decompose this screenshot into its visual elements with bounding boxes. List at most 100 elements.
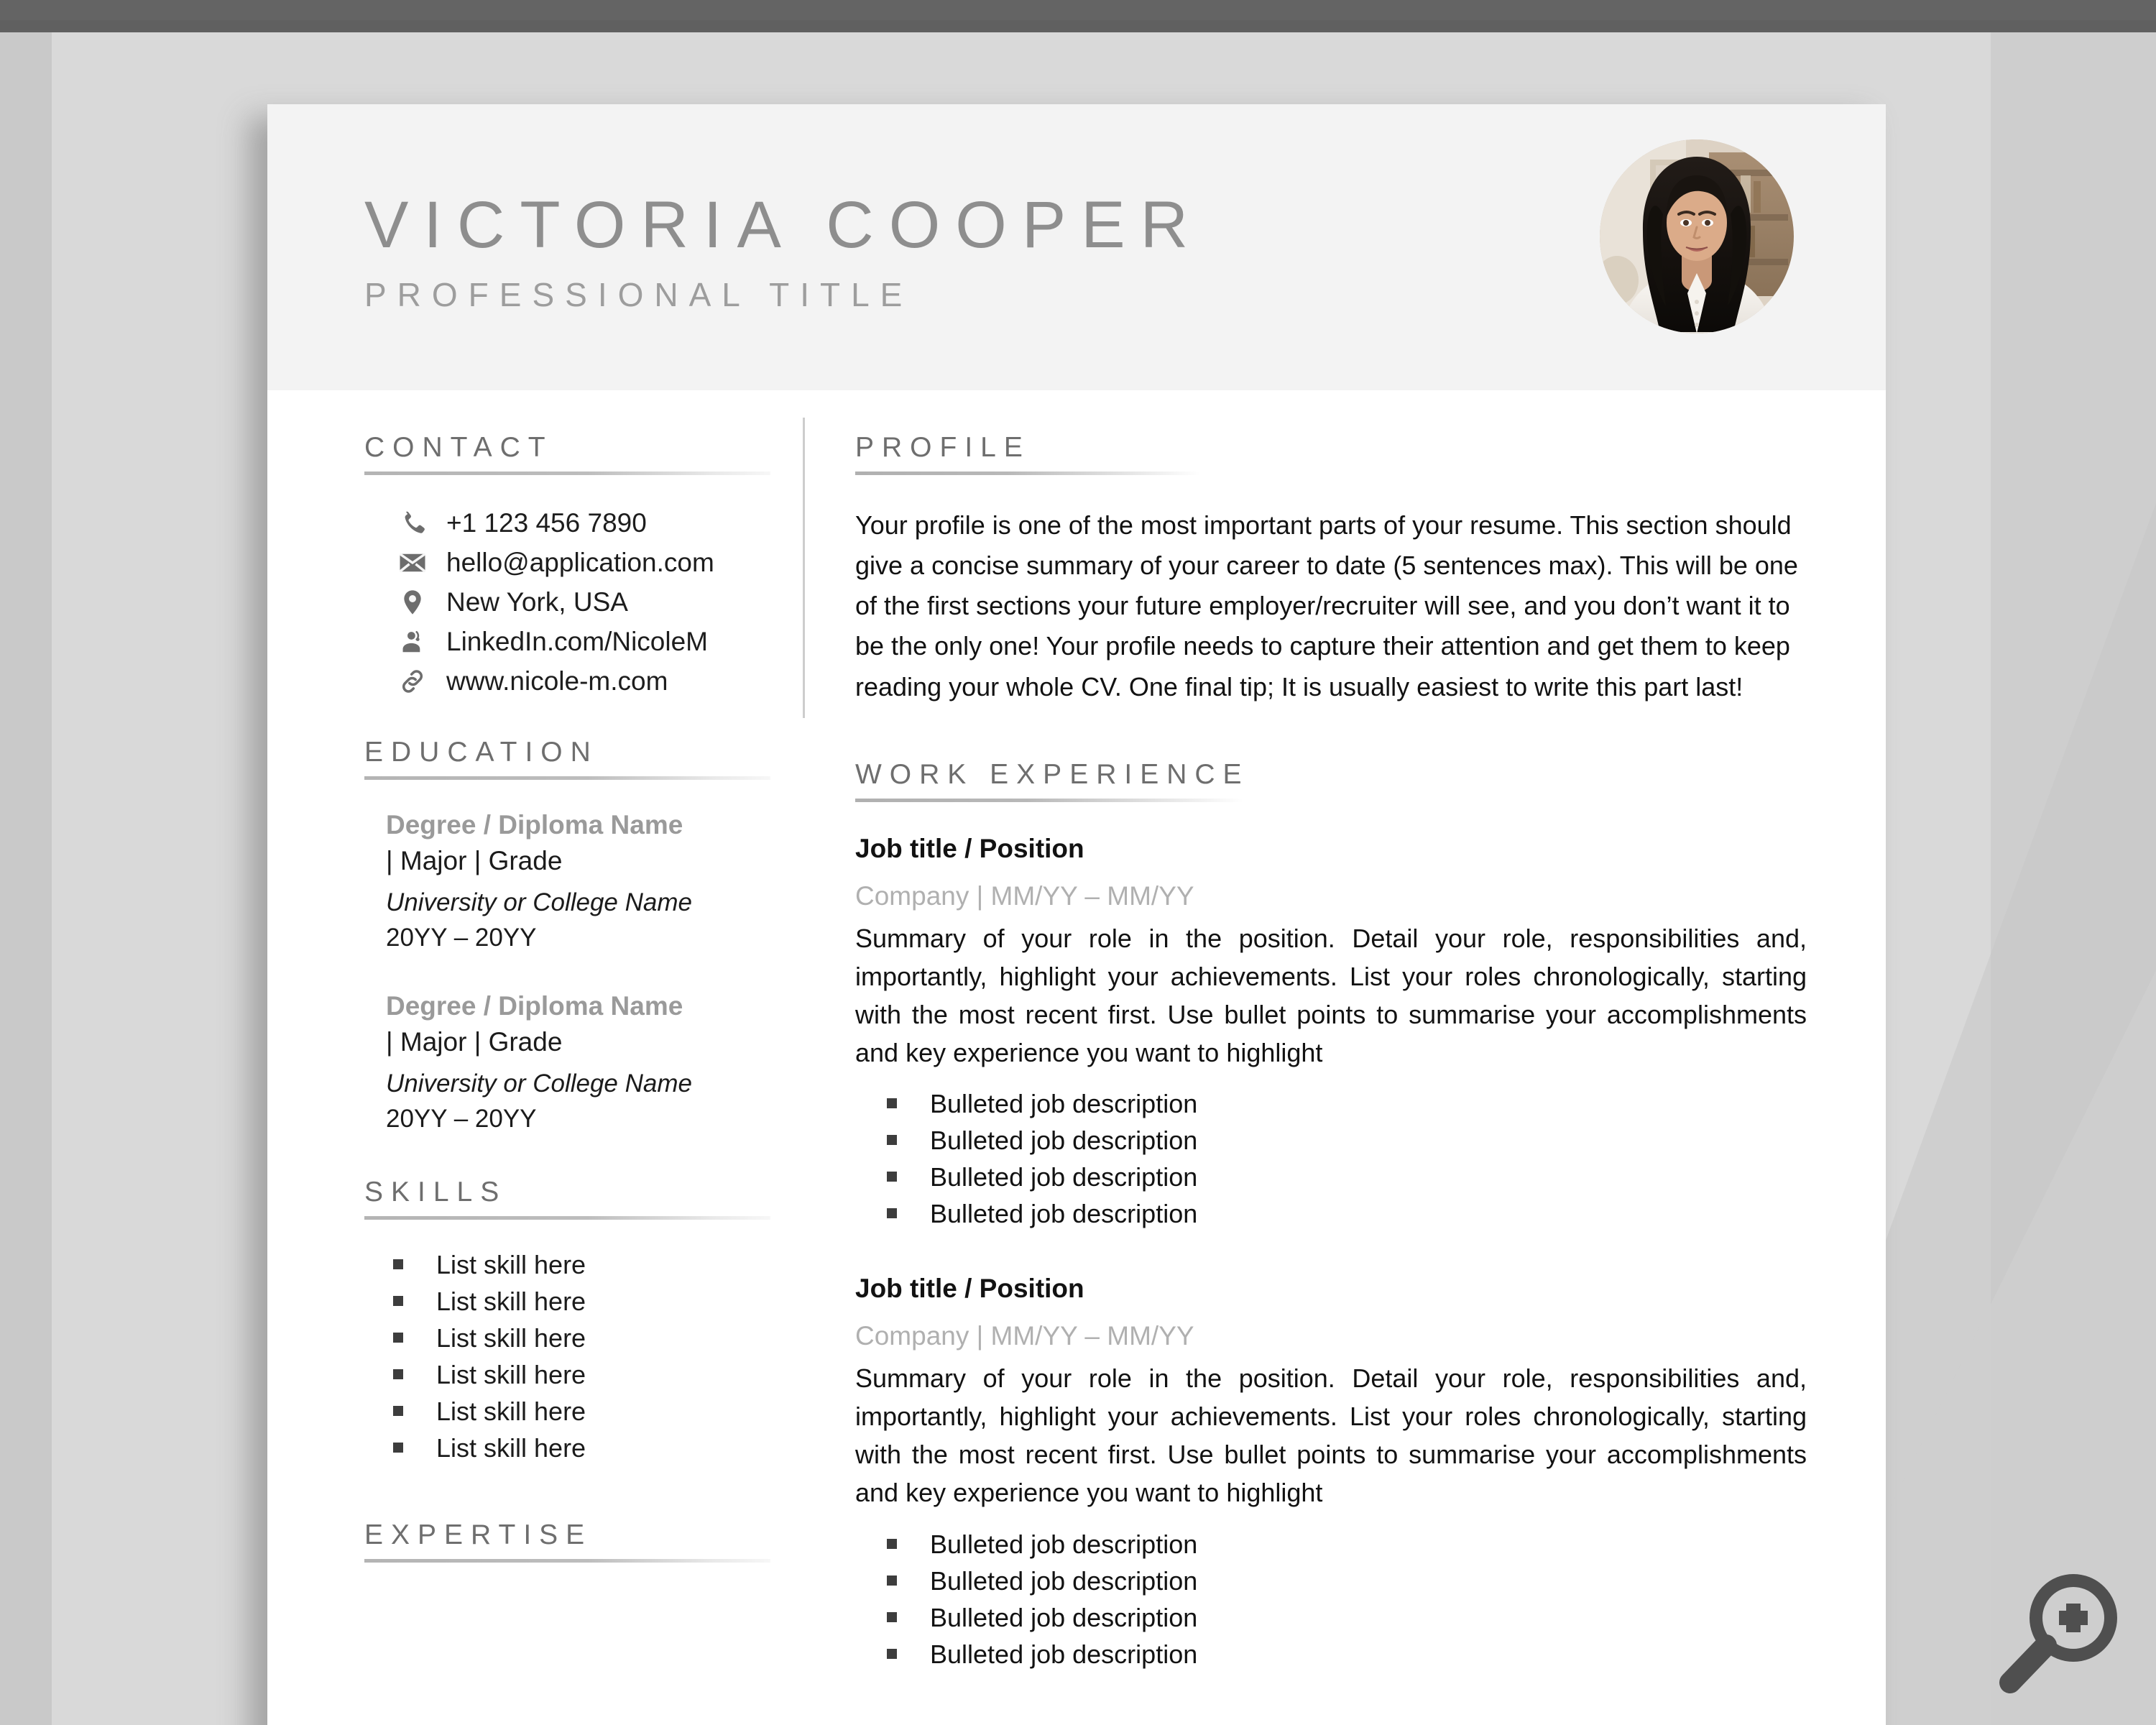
contact-location-value: New York, USA — [446, 587, 628, 617]
square-bullet-icon — [393, 1332, 403, 1343]
work-entry: Job title / Position Company | MM/YY – M… — [855, 834, 1807, 1230]
contact-website-value: www.nicole-m.com — [446, 666, 668, 696]
job-company-dates: Company | MM/YY – MM/YY — [855, 880, 1194, 911]
section-contact: CONTACT +1 123 456 7890 hello@applicatio… — [364, 432, 770, 696]
list-item: Bulleted job description — [887, 1199, 1807, 1229]
skill-label: List skill here — [436, 1396, 586, 1426]
contact-item-email[interactable]: hello@application.com — [364, 548, 770, 578]
square-bullet-icon — [887, 1649, 897, 1660]
education-major: | Major | Grade — [386, 1026, 563, 1057]
list-item: List skill here — [393, 1250, 770, 1280]
job-bullet-label: Bulleted job description — [930, 1603, 1198, 1633]
contact-item-phone[interactable]: +1 123 456 7890 — [364, 508, 770, 538]
square-bullet-icon — [887, 1612, 897, 1623]
job-bullet-list: Bulleted job description Bulleted job de… — [855, 1530, 1807, 1670]
right-column: PROFILE Your profile is one of the most … — [799, 432, 1886, 1710]
education-heading: EDUCATION — [364, 737, 599, 768]
education-entry: Degree / Diploma Name | Major | Grade Un… — [386, 807, 770, 955]
column-divider — [803, 418, 805, 718]
phone-icon — [390, 509, 435, 538]
skill-label: List skill here — [436, 1359, 586, 1389]
square-bullet-icon — [393, 1259, 403, 1269]
job-bullet-label: Bulleted job description — [930, 1089, 1198, 1119]
contact-linkedin-value: LinkedIn.com/NicoleM — [446, 627, 708, 656]
candidate-name: VICTORIA COOPER — [364, 188, 1204, 262]
skills-heading: SKILLS — [364, 1176, 507, 1208]
profile-heading-rule — [855, 472, 1200, 475]
skill-label: List skill here — [436, 1432, 586, 1463]
expertise-heading: EXPERTISE — [364, 1519, 593, 1550]
education-years: 20YY – 20YY — [386, 1104, 537, 1133]
education-degree: Degree / Diploma Name — [386, 990, 683, 1021]
work-experience-heading-rule — [855, 798, 1243, 802]
square-bullet-icon — [393, 1442, 403, 1453]
header-text-block: VICTORIA COOPER PROFESSIONAL TITLE — [267, 180, 1203, 315]
list-item: List skill here — [393, 1433, 770, 1463]
avatar — [1600, 139, 1794, 334]
job-bullet-label: Bulleted job description — [930, 1162, 1198, 1192]
education-major: | Major | Grade — [386, 845, 563, 875]
contact-item-location[interactable]: New York, USA — [364, 587, 770, 617]
job-bullet-list: Bulleted job description Bulleted job de… — [855, 1089, 1807, 1229]
contact-heading: CONTACT — [364, 432, 553, 463]
work-experience-heading: WORK EXPERIENCE — [855, 758, 1250, 790]
resume-page[interactable]: VICTORIA COOPER PROFESSIONAL TITLE CONTA… — [267, 104, 1886, 1725]
list-item: Bulleted job description — [887, 1639, 1807, 1670]
square-bullet-icon — [393, 1368, 403, 1379]
education-school: University or College Name — [386, 1069, 692, 1098]
job-bullet-label: Bulleted job description — [930, 1199, 1198, 1229]
contact-list: +1 123 456 7890 hello@application.com Ne… — [364, 508, 770, 696]
contact-item-linkedin[interactable]: LinkedIn.com/NicoleM — [364, 627, 770, 657]
job-bullet-label: Bulleted job description — [930, 1530, 1198, 1560]
browser-top-bar — [0, 0, 2156, 20]
square-bullet-icon — [887, 1539, 897, 1550]
square-bullet-icon — [393, 1405, 403, 1416]
skill-label: List skill here — [436, 1322, 586, 1353]
square-bullet-icon — [887, 1172, 897, 1182]
job-bullet-label: Bulleted job description — [930, 1566, 1198, 1596]
job-company-dates: Company | MM/YY – MM/YY — [855, 1321, 1194, 1351]
skill-label: List skill here — [436, 1249, 586, 1279]
list-item: Bulleted job description — [887, 1126, 1807, 1156]
expertise-heading-rule — [364, 1558, 770, 1563]
job-summary: Summary of your role in the position. De… — [855, 923, 1807, 1067]
square-bullet-icon — [887, 1135, 897, 1146]
professional-title: PROFESSIONAL TITLE — [364, 276, 913, 314]
job-bullet-label: Bulleted job description — [930, 1126, 1198, 1156]
background-left-strip — [0, 32, 52, 1725]
skills-heading-rule — [364, 1215, 770, 1220]
resume-body: CONTACT +1 123 456 7890 hello@applicatio… — [267, 390, 1886, 1710]
link-chain-icon — [390, 667, 435, 696]
education-list: Degree / Diploma Name | Major | Grade Un… — [364, 807, 770, 1136]
browser-top-bar-secondary — [0, 20, 2156, 32]
job-title: Job title / Position — [855, 1274, 1084, 1304]
left-column: CONTACT +1 123 456 7890 hello@applicatio… — [267, 432, 799, 1710]
square-bullet-icon — [393, 1295, 403, 1306]
section-expertise: EXPERTISE — [364, 1519, 770, 1563]
profile-heading: PROFILE — [855, 432, 1031, 463]
location-pin-icon — [390, 588, 435, 617]
job-summary: Summary of your role in the position. De… — [855, 1363, 1807, 1508]
profile-body: Your profile is one of the most importan… — [855, 510, 1798, 702]
list-item: Bulleted job description — [887, 1089, 1807, 1119]
list-item: Bulleted job description — [887, 1162, 1807, 1192]
contact-item-website[interactable]: www.nicole-m.com — [364, 666, 770, 696]
education-degree: Degree / Diploma Name — [386, 810, 683, 840]
section-education: EDUCATION Degree / Diploma Name | Major … — [364, 737, 770, 1136]
education-years: 20YY – 20YY — [386, 923, 537, 952]
section-work-experience: WORK EXPERIENCE Job title / Position Com… — [855, 759, 1807, 1670]
envelope-icon — [390, 548, 435, 578]
contact-phone-value: +1 123 456 7890 — [446, 508, 647, 538]
section-skills: SKILLS List skill here List skill here L… — [364, 1177, 770, 1463]
skill-label: List skill here — [436, 1286, 586, 1316]
resume-header: VICTORIA COOPER PROFESSIONAL TITLE — [267, 104, 1886, 390]
education-entry: Degree / Diploma Name | Major | Grade Un… — [386, 988, 770, 1136]
zoom-in-magnifier-icon[interactable] — [1987, 1563, 2131, 1707]
list-item: Bulleted job description — [887, 1603, 1807, 1633]
screenshot-stage: VICTORIA COOPER PROFESSIONAL TITLE CONTA… — [0, 0, 2156, 1725]
list-item: Bulleted job description — [887, 1530, 1807, 1560]
contact-email-value: hello@application.com — [446, 548, 714, 577]
list-item: Bulleted job description — [887, 1566, 1807, 1596]
square-bullet-icon — [887, 1098, 897, 1109]
skills-list: List skill here List skill here List ski… — [364, 1250, 770, 1463]
